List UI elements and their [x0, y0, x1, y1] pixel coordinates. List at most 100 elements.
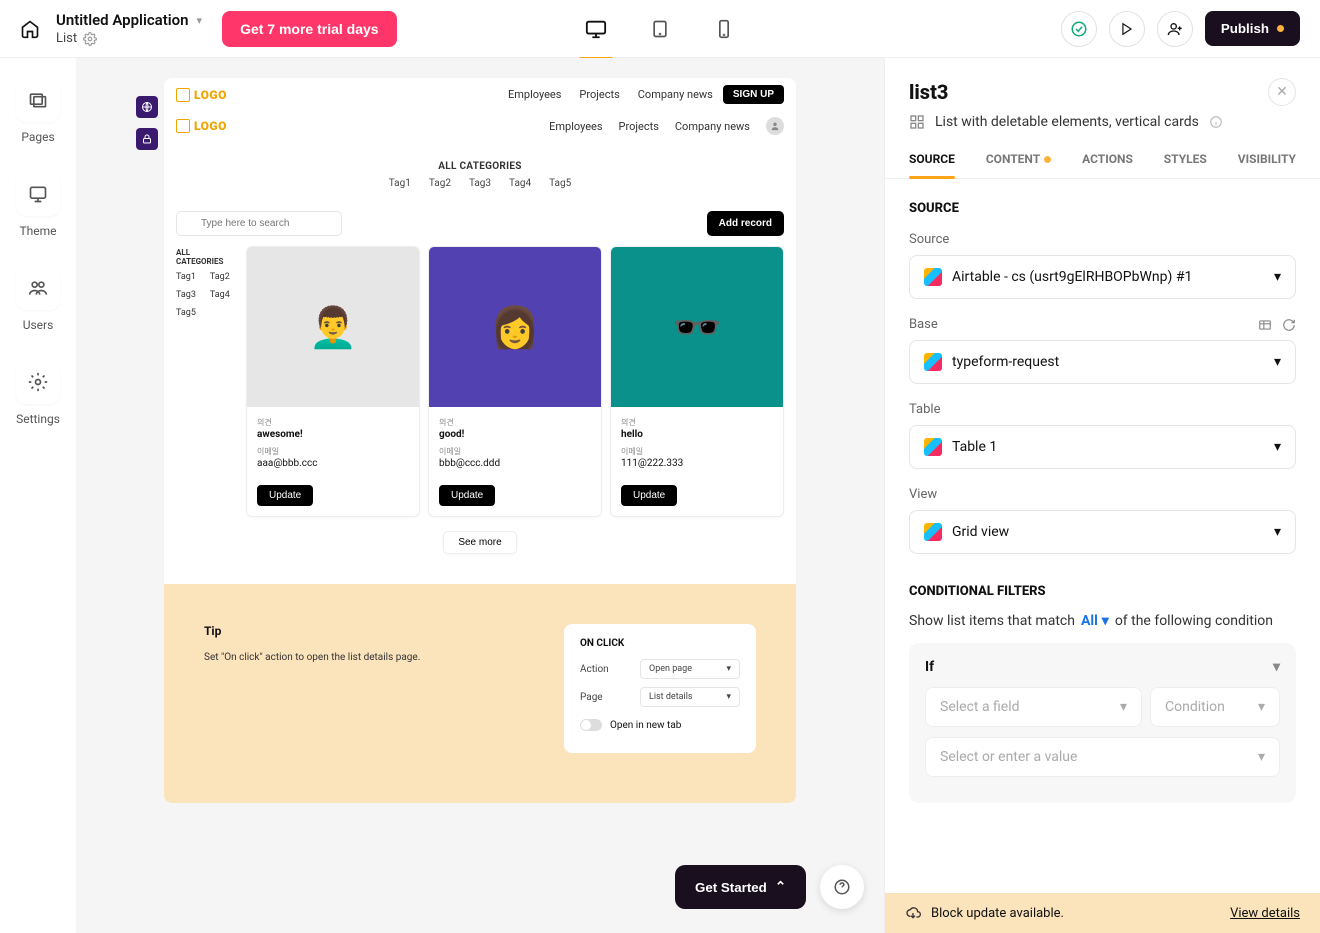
chevron-down-icon: ▾	[1273, 659, 1280, 675]
search-input[interactable]	[176, 211, 342, 236]
nav-link[interactable]: Employees	[508, 88, 561, 101]
rail-settings[interactable]: Settings	[16, 360, 60, 426]
rail-label: Settings	[16, 412, 60, 426]
nav-link[interactable]: Company news	[638, 88, 713, 101]
tag[interactable]: Tag5	[549, 178, 571, 189]
card-label: 의견	[621, 417, 773, 428]
open-new-tab-toggle[interactable]	[580, 719, 602, 731]
update-button[interactable]: Update	[621, 485, 677, 506]
tab-visibility[interactable]: VISIBILITY	[1238, 152, 1296, 178]
view-details-link[interactable]: View details	[1230, 906, 1300, 921]
tip-action-select[interactable]: Open page▾	[640, 659, 740, 679]
match-all-dropdown[interactable]: All▾	[1081, 613, 1109, 629]
tab-source[interactable]: SOURCE	[909, 152, 955, 178]
rail-label: Theme	[19, 224, 56, 238]
source-label: Source	[909, 232, 1296, 247]
cond-sentence: Show list items that match All▾ of the f…	[909, 613, 1296, 629]
rail-users[interactable]: Users	[16, 266, 60, 332]
rail-pages[interactable]: Pages	[16, 78, 60, 144]
close-panel-button[interactable]: ✕	[1268, 78, 1296, 106]
view-select[interactable]: Grid view ▾	[909, 510, 1296, 554]
card[interactable]: 🕶️ 의견 hello 이메일 111@222.333 Update	[610, 246, 784, 517]
status-ok-button[interactable]	[1061, 11, 1097, 47]
source-select[interactable]: Airtable - cs (usrt9gElRHBOPbWnp) #1 ▾	[909, 255, 1296, 299]
tag[interactable]: Tag2	[429, 178, 451, 189]
tip-label: Page	[580, 692, 640, 703]
device-tablet[interactable]	[640, 9, 680, 49]
condition-select[interactable]: Condition▾	[1150, 687, 1280, 727]
condition-if-row[interactable]: If ▾	[925, 659, 1280, 675]
home-icon[interactable]	[20, 19, 40, 39]
play-button[interactable]	[1109, 11, 1145, 47]
nav-link[interactable]: Projects	[619, 120, 659, 133]
user-plus-icon	[1167, 21, 1183, 37]
airtable-icon	[924, 353, 942, 371]
signup-button[interactable]: SIGN UP	[723, 85, 784, 104]
invite-button[interactable]	[1157, 11, 1193, 47]
add-record-button[interactable]: Add record	[707, 211, 784, 236]
tag[interactable]: Tag1	[389, 178, 411, 189]
side-tag[interactable]: Tag2	[210, 272, 230, 282]
card-value: hello	[621, 429, 773, 440]
side-tag[interactable]: Tag4	[210, 290, 230, 300]
card[interactable]: 👨‍🦱 의견 awesome! 이메일 aaa@bbb.ccc Update	[246, 246, 420, 517]
device-mobile[interactable]	[704, 9, 744, 49]
panel-subtitle: List with deletable elements, vertical c…	[935, 114, 1199, 130]
side-tag[interactable]: Tag3	[176, 290, 196, 300]
app-title-row[interactable]: Untitled Application ▾	[56, 11, 202, 29]
tab-actions[interactable]: ACTIONS	[1082, 152, 1133, 178]
chevron-down-icon: ▾	[1274, 354, 1281, 370]
refresh-icon[interactable]	[1282, 318, 1296, 332]
update-button[interactable]: Update	[257, 485, 313, 506]
chevron-down-icon: ▾	[1274, 269, 1281, 285]
nav-1: Employees Projects Company news	[508, 88, 713, 101]
all-categories-heading: ALL CATEGORIES	[164, 141, 796, 178]
info-icon[interactable]	[1209, 115, 1223, 129]
condition-box: If ▾ Select a field▾ Condition▾ Select o…	[909, 643, 1296, 803]
table-select[interactable]: Table 1 ▾	[909, 425, 1296, 469]
app-title: Untitled Application	[56, 11, 189, 29]
tag[interactable]: Tag4	[509, 178, 531, 189]
block-header-badge-2[interactable]	[136, 128, 158, 150]
logo-1: LOGO	[176, 88, 227, 102]
rail-theme[interactable]: Theme	[16, 172, 60, 238]
if-label: If	[925, 659, 934, 675]
nav-link[interactable]: Employees	[549, 120, 602, 133]
view-value: Grid view	[952, 524, 1264, 540]
preview-frame[interactable]: LOGO Employees Projects Company news SIG…	[164, 78, 796, 584]
card[interactable]: 👩 의견 good! 이메일 bbb@ccc.ddd Update	[428, 246, 602, 517]
publish-button[interactable]: Publish	[1205, 11, 1300, 46]
help-icon	[833, 878, 851, 896]
nav-link[interactable]: Company news	[675, 120, 750, 133]
help-button[interactable]	[820, 865, 864, 909]
tags-row: Tag1 Tag2 Tag3 Tag4 Tag5	[164, 178, 796, 201]
table-icon[interactable]	[1258, 318, 1272, 332]
open-new-tab-label: Open in new tab	[610, 720, 681, 731]
side-categories: ALL CATEGORIES Tag1Tag2 Tag3Tag4 Tag5	[176, 246, 236, 517]
tab-styles[interactable]: STYLES	[1164, 152, 1207, 178]
section-title: SOURCE	[909, 201, 1296, 216]
tab-content[interactable]: CONTENT	[986, 152, 1051, 178]
airtable-icon	[924, 523, 942, 541]
card-label: 의견	[257, 417, 409, 428]
select-value[interactable]: Select or enter a value▾	[925, 737, 1280, 777]
see-more-button[interactable]: See more	[443, 531, 516, 554]
page-breadcrumb[interactable]: List	[56, 31, 202, 46]
tip-page-select[interactable]: List details▾	[640, 687, 740, 707]
nav-link[interactable]: Projects	[579, 88, 619, 101]
block-header-badge[interactable]	[136, 96, 158, 118]
side-tag[interactable]: Tag1	[176, 272, 196, 282]
globe-icon	[141, 101, 153, 113]
base-select[interactable]: typeform-request ▾	[909, 340, 1296, 384]
select-field[interactable]: Select a field▾	[925, 687, 1142, 727]
avatar-icon[interactable]	[766, 117, 784, 135]
nav-2: Employees Projects Company news	[549, 117, 784, 135]
update-button[interactable]: Update	[439, 485, 495, 506]
device-desktop[interactable]	[576, 9, 616, 49]
trial-button[interactable]: Get 7 more trial days	[222, 11, 397, 47]
cards-area: ALL CATEGORIES Tag1Tag2 Tag3Tag4 Tag5 👨‍…	[164, 246, 796, 517]
chevron-down-icon: ▾	[1274, 439, 1281, 455]
tag[interactable]: Tag3	[469, 178, 491, 189]
side-tag[interactable]: Tag5	[176, 308, 196, 318]
get-started-button[interactable]: Get Started⌃	[675, 865, 806, 909]
